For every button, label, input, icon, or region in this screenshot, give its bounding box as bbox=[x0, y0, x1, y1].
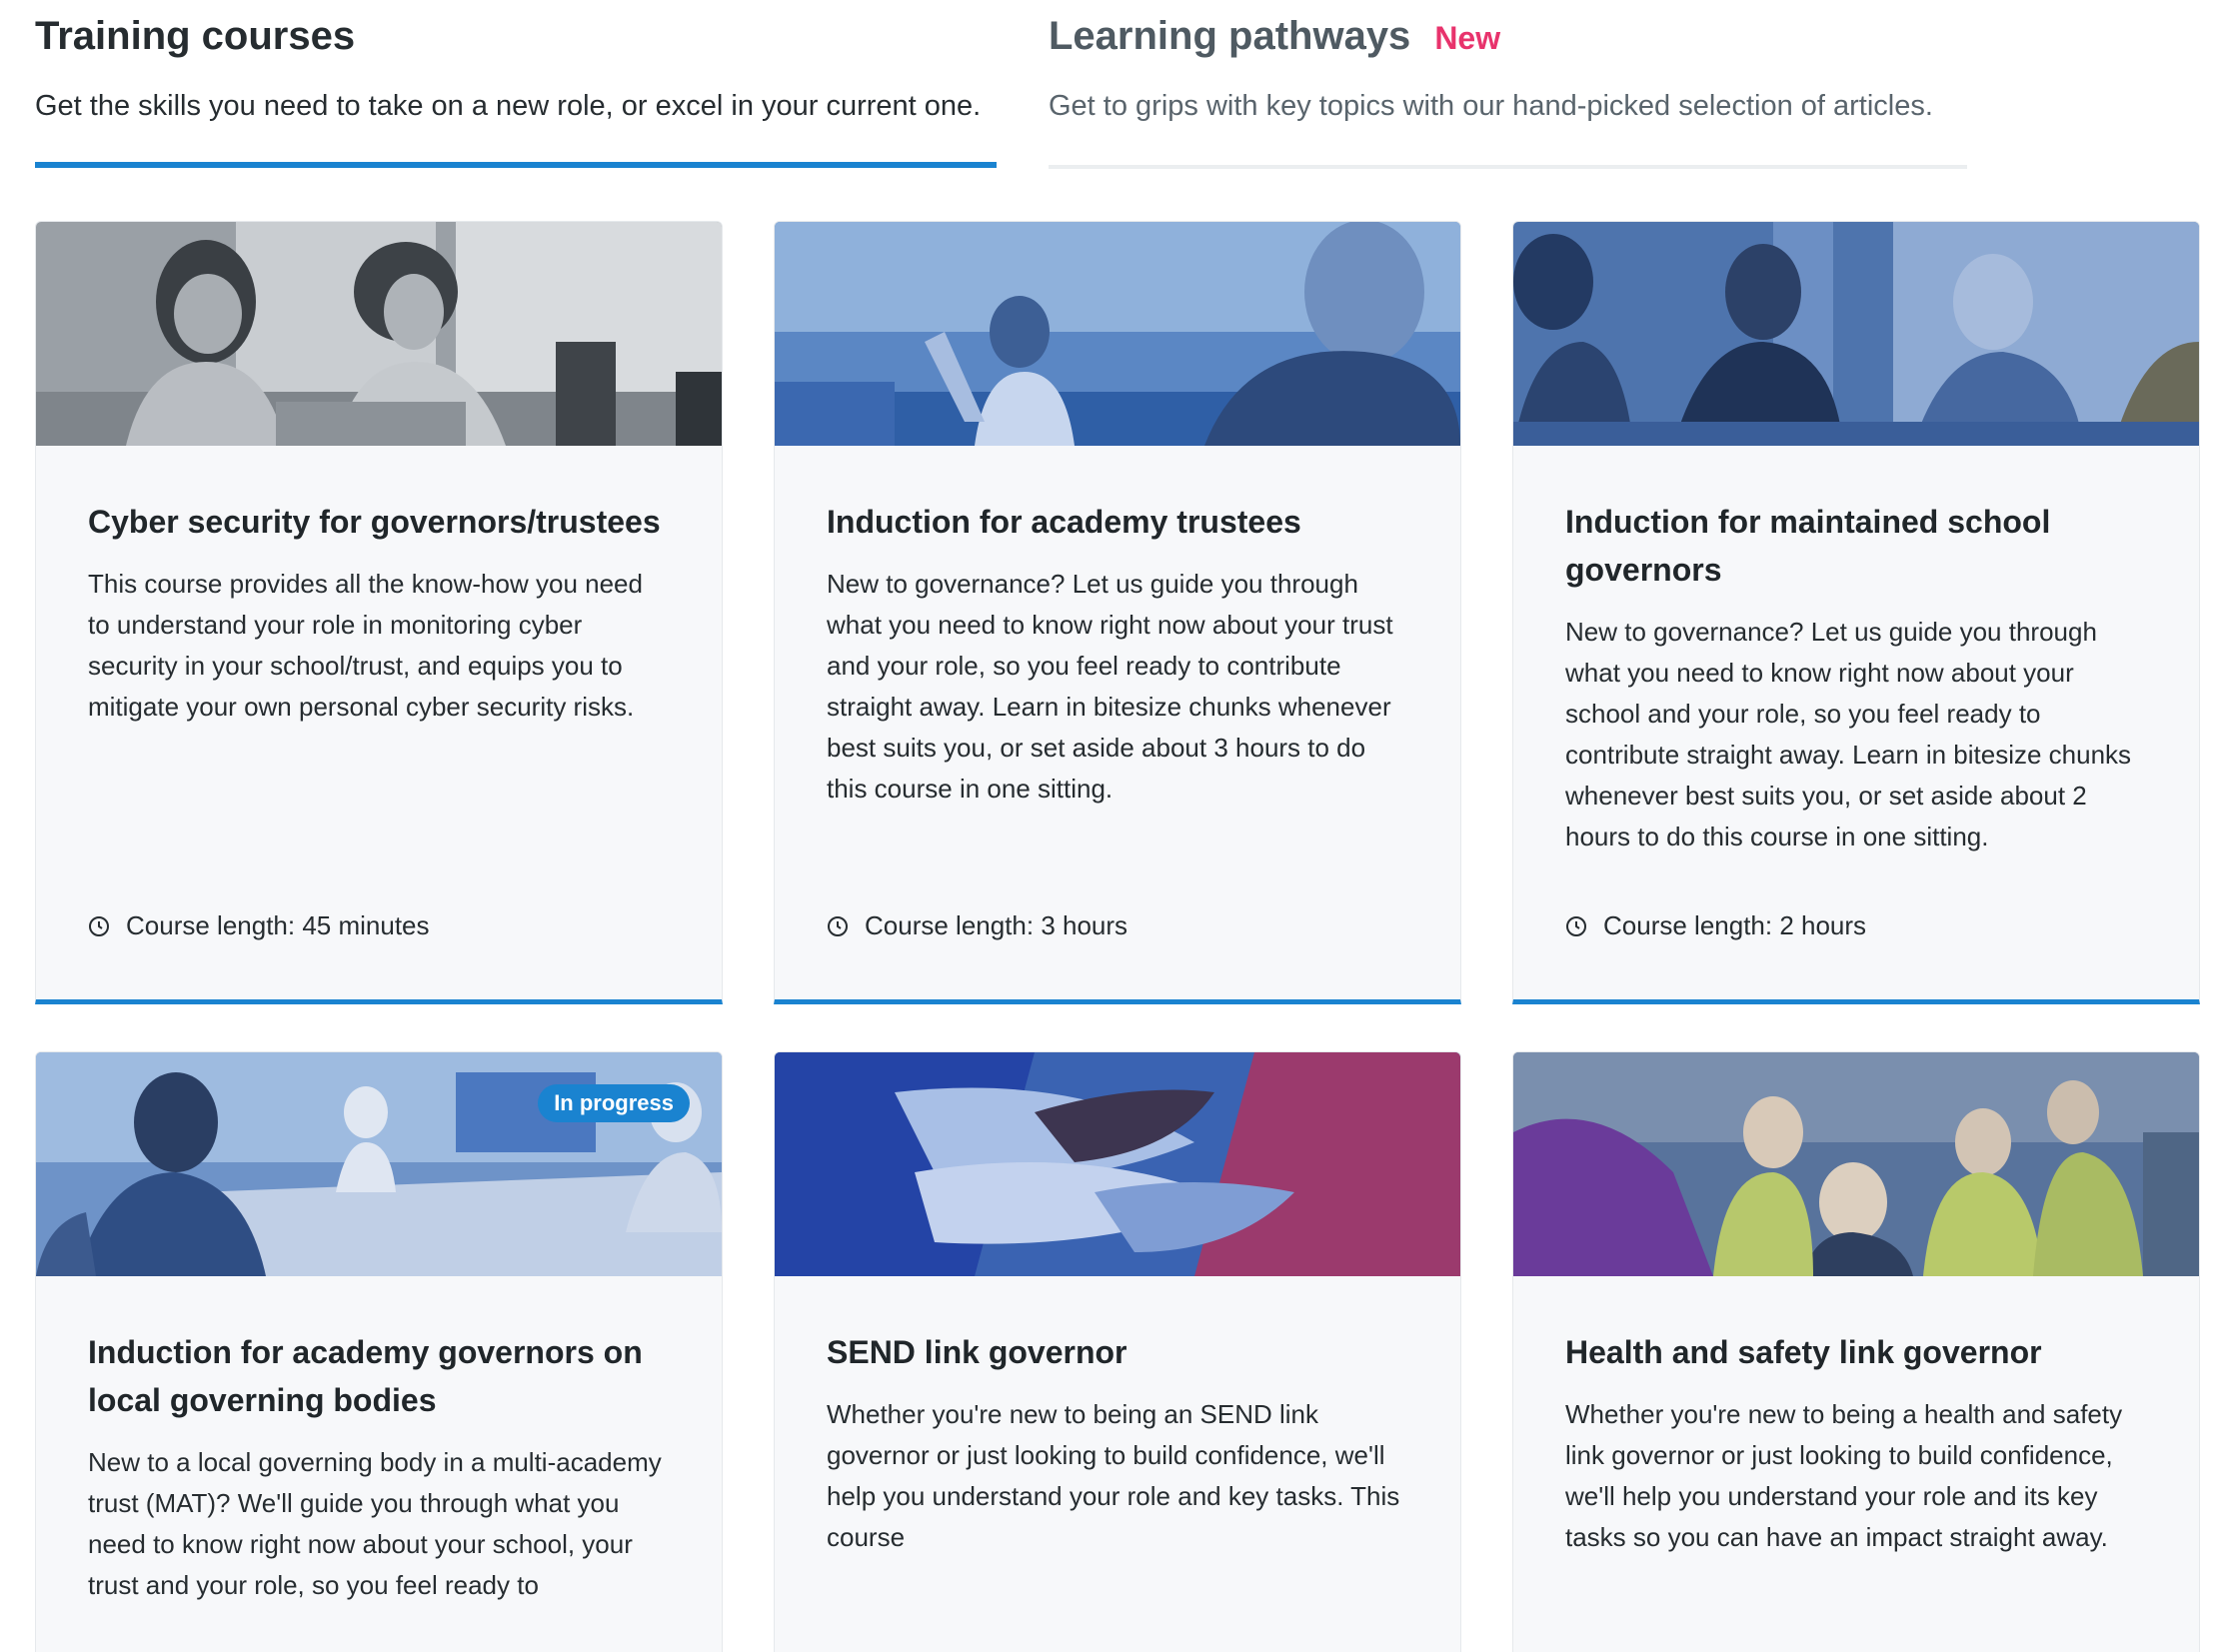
course-description: New to governance? Let us guide you thro… bbox=[1565, 617, 2132, 851]
clock-icon bbox=[89, 915, 109, 936]
course-title: SEND link governor bbox=[827, 1334, 1127, 1370]
group-discussion-photo bbox=[1513, 222, 2199, 446]
tab-title: Learning pathways bbox=[1049, 14, 1411, 58]
course-card[interactable]: In progress Induction for academy govern… bbox=[35, 1051, 723, 1652]
new-badge: New bbox=[1434, 20, 1501, 56]
course-length-text: Course length: 2 hours bbox=[1603, 910, 1867, 940]
course-title: Health and safety link governor bbox=[1565, 1334, 2042, 1370]
course-description: New to governance? Let us guide you thro… bbox=[827, 569, 1393, 804]
course-length: Course length: 2 hours bbox=[1565, 910, 1866, 941]
tab-description: Get to grips with key topics with our ha… bbox=[1049, 90, 1933, 122]
course-card[interactable]: Induction for maintained school governor… bbox=[1512, 221, 2200, 1004]
tab-description: Get the skills you need to take on a new… bbox=[35, 90, 982, 122]
course-title: Induction for academy governors on local… bbox=[88, 1334, 643, 1418]
tab-active-underline bbox=[35, 162, 997, 168]
children-hi-vis-photo bbox=[1513, 1052, 2199, 1276]
course-title: Induction for maintained school governor… bbox=[1565, 504, 2051, 588]
course-card[interactable]: SEND link governor Whether you're new to… bbox=[774, 1051, 1461, 1652]
course-description: Whether you're new to being an SEND link… bbox=[827, 1399, 1400, 1552]
course-length: Course length: 3 hours bbox=[827, 910, 1127, 941]
course-card[interactable]: Cyber security for governors/trustees Th… bbox=[35, 221, 723, 1004]
meeting-table-photo: In progress bbox=[36, 1052, 722, 1276]
in-progress-badge: In progress bbox=[538, 1084, 690, 1122]
course-title: Cyber security for governors/trustees bbox=[88, 504, 661, 540]
clock-icon bbox=[1566, 915, 1586, 936]
course-card[interactable]: Health and safety link governor Whether … bbox=[1512, 1051, 2200, 1652]
course-length-text: Course length: 3 hours bbox=[865, 910, 1128, 940]
tab-title: Training courses bbox=[35, 14, 356, 58]
course-title: Induction for academy trustees bbox=[827, 504, 1301, 540]
stacked-hands-photo bbox=[775, 1052, 1460, 1276]
course-description: This course provides all the know-how yo… bbox=[88, 569, 643, 722]
two-women-laptop-photo bbox=[36, 222, 722, 446]
tab-learning-pathways[interactable]: Learning pathways New Get to grips with … bbox=[1049, 0, 1967, 170]
course-description: Whether you're new to being a health and… bbox=[1565, 1399, 2123, 1552]
course-length: Course length: 45 minutes bbox=[88, 910, 430, 941]
tab-underline bbox=[1049, 165, 1967, 169]
man-gesturing-meeting-photo bbox=[775, 222, 1460, 446]
course-card[interactable]: Induction for academy trustees New to go… bbox=[774, 221, 1461, 1004]
clock-icon bbox=[828, 915, 848, 936]
tab-training-courses[interactable]: Training courses Get the skills you need… bbox=[35, 0, 997, 170]
course-description: New to a local governing body in a multi… bbox=[88, 1447, 662, 1600]
course-length-text: Course length: 45 minutes bbox=[126, 910, 430, 940]
